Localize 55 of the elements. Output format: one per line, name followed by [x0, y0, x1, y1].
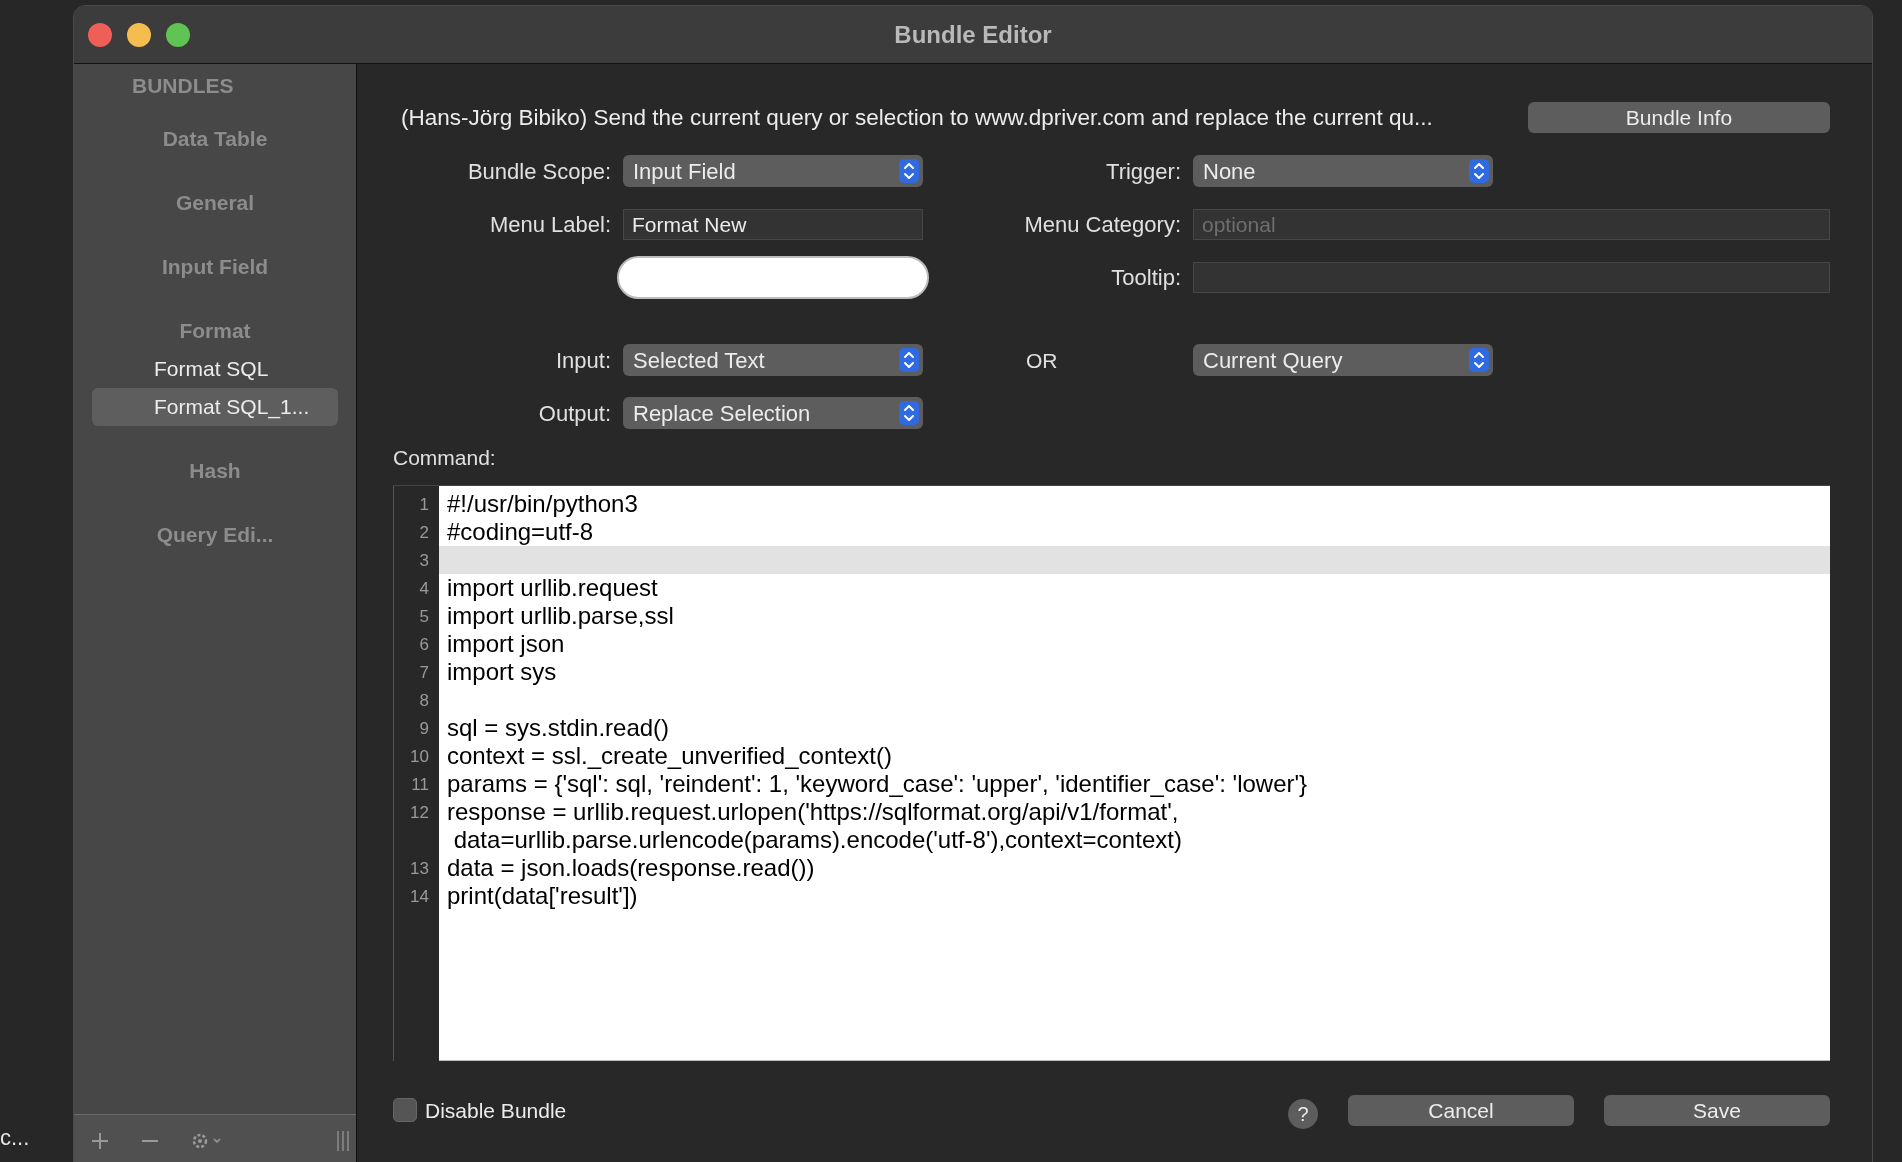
line-number: 6: [419, 633, 429, 656]
sidebar-item[interactable]: Format SQL_1...: [92, 387, 338, 426]
bundle-info-button[interactable]: Bundle Info: [1528, 102, 1830, 134]
popup-button[interactable]: Input Field: [623, 155, 923, 188]
help-button[interactable]: ?: [1288, 1099, 1318, 1130]
window-title: Bundle Editor: [894, 19, 1052, 50]
bundle-description: (Hans-Jörg Bibiko) Send the current query or selection to www.dpriver.com and replace the current qu...: [400, 104, 1434, 132]
command-label: Command:: [393, 444, 497, 471]
line-number: 3: [419, 549, 429, 572]
stepper-icon: [1469, 348, 1489, 373]
menu-category-field[interactable]: optional: [1193, 208, 1830, 240]
popup-button[interactable]: Replace Selection: [623, 397, 923, 430]
field-label: Menu Label:: [488, 210, 612, 239]
line-number: 12: [410, 801, 429, 824]
stepper-icon: [1469, 159, 1489, 184]
line-number: 11: [411, 773, 429, 796]
field-label: Input:: [554, 346, 612, 375]
dialog-button[interactable]: Cancel: [1348, 1094, 1574, 1126]
add-icon[interactable]: [90, 1130, 110, 1151]
tooltip-field[interactable]: [1193, 261, 1830, 293]
checkbox-label: Disable Bundle: [425, 1097, 567, 1124]
line-number: 7: [419, 661, 429, 684]
sidebar-heading: BUNDLES: [131, 73, 235, 99]
field-label: Menu Category:: [1023, 210, 1182, 239]
line-number: 4: [419, 577, 429, 600]
stepper-icon: [899, 348, 919, 373]
line-number: 2: [419, 521, 429, 544]
shortcut-field[interactable]: [617, 255, 929, 299]
popup-button[interactable]: None: [1193, 155, 1493, 188]
resize-handle-icon[interactable]: [336, 1128, 350, 1153]
line-number: 10: [410, 745, 429, 768]
zoom-button[interactable]: [166, 22, 190, 47]
field-label: Tooltip:: [1110, 263, 1182, 292]
line-number: 5: [419, 605, 429, 628]
line-number: 9: [419, 717, 429, 740]
background-text: c...: [0, 1124, 31, 1152]
line-number: 1: [419, 493, 429, 516]
or-label: OR: [1025, 347, 1059, 374]
field-label: Output:: [537, 399, 612, 428]
disable-bundle-checkbox[interactable]: [393, 1098, 417, 1123]
close-button[interactable]: [88, 22, 112, 47]
stepper-icon: [899, 159, 919, 184]
line-number: 14: [410, 885, 429, 908]
stepper-icon: [899, 401, 919, 426]
line-number: 8: [419, 689, 429, 712]
popup-button[interactable]: Selected Text: [623, 344, 923, 377]
menu-label-field[interactable]: Format New: [623, 208, 923, 240]
field-label: Trigger:: [1105, 157, 1182, 186]
code-editor[interactable]: [393, 485, 1830, 1062]
popup-button[interactable]: Current Query: [1193, 344, 1493, 377]
minimize-button[interactable]: [127, 22, 151, 47]
sidebar-item[interactable]: Format SQL: [92, 349, 338, 388]
dialog-button[interactable]: Save: [1604, 1094, 1830, 1126]
field-label: Bundle Scope:: [466, 157, 612, 186]
line-number: 13: [410, 857, 429, 880]
